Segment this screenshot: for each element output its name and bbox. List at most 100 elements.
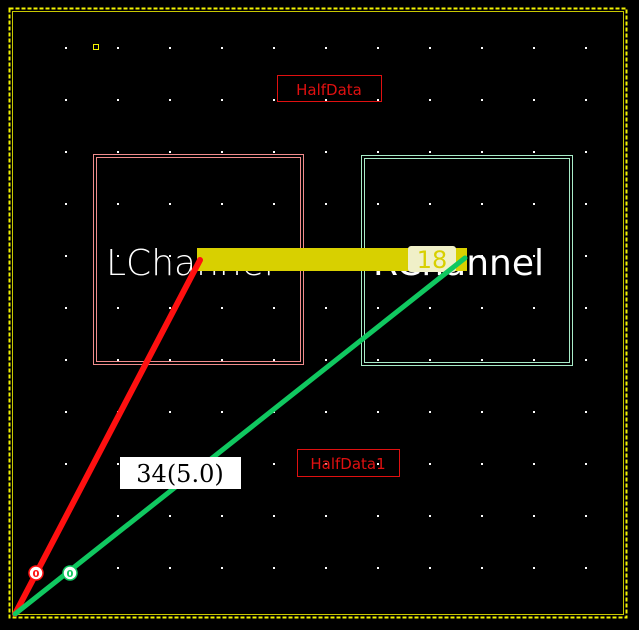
grid-dot bbox=[169, 307, 171, 309]
grid-dot bbox=[377, 203, 379, 205]
grid-dot bbox=[481, 99, 483, 101]
grid-dot bbox=[117, 99, 119, 101]
grid-dot bbox=[429, 203, 431, 205]
grid-dot bbox=[273, 203, 275, 205]
grid-dot bbox=[273, 47, 275, 49]
grid-dot bbox=[585, 99, 587, 101]
grid-dot bbox=[221, 99, 223, 101]
grid-dot bbox=[169, 359, 171, 361]
grid-dot bbox=[429, 359, 431, 361]
grid-dot bbox=[533, 47, 535, 49]
grid-dot bbox=[533, 203, 535, 205]
grid-dot bbox=[273, 567, 275, 569]
grid-dot bbox=[65, 99, 67, 101]
grid-dot bbox=[585, 567, 587, 569]
grid-dot bbox=[377, 307, 379, 309]
grid-dot bbox=[221, 203, 223, 205]
grid-dot bbox=[533, 307, 535, 309]
grid-dot bbox=[169, 203, 171, 205]
grid-dot bbox=[325, 411, 327, 413]
grid-dot bbox=[481, 515, 483, 517]
grid-dot bbox=[325, 151, 327, 153]
grid-dot bbox=[221, 411, 223, 413]
grid-dot bbox=[221, 307, 223, 309]
grid-dot bbox=[65, 47, 67, 49]
net-label-halfdata-text: HalfData bbox=[296, 81, 362, 99]
grid-dot bbox=[65, 463, 67, 465]
grid-dot bbox=[117, 515, 119, 517]
grid-dot bbox=[585, 255, 587, 257]
grid-dot bbox=[221, 515, 223, 517]
grid-dot bbox=[481, 203, 483, 205]
grid-dot bbox=[585, 411, 587, 413]
grid-dot bbox=[273, 99, 275, 101]
grid-dot bbox=[117, 203, 119, 205]
grid-dot bbox=[429, 411, 431, 413]
measure-label: 34(5.0) bbox=[120, 457, 241, 489]
grid-dot bbox=[117, 47, 119, 49]
grid-dot bbox=[533, 99, 535, 101]
grid-dot bbox=[585, 359, 587, 361]
green-endpoint-marker-text: 0 bbox=[67, 569, 74, 580]
grid-dot bbox=[481, 567, 483, 569]
grid-dot bbox=[325, 515, 327, 517]
grid-dot bbox=[533, 411, 535, 413]
grid-dot bbox=[481, 359, 483, 361]
grid-dot bbox=[273, 151, 275, 153]
grid-dot bbox=[169, 47, 171, 49]
grid-dot bbox=[429, 307, 431, 309]
grid-dot bbox=[481, 307, 483, 309]
grid-dot bbox=[533, 515, 535, 517]
grid-dot bbox=[481, 463, 483, 465]
grid-dot bbox=[221, 47, 223, 49]
grid-dot bbox=[377, 411, 379, 413]
grid-dot bbox=[273, 515, 275, 517]
grid-dot bbox=[273, 359, 275, 361]
grid-dot bbox=[65, 411, 67, 413]
grid-dot bbox=[585, 463, 587, 465]
grid-dot bbox=[325, 203, 327, 205]
grid-dot bbox=[429, 151, 431, 153]
grid-dot bbox=[169, 99, 171, 101]
grid-dot bbox=[585, 515, 587, 517]
grid-dot bbox=[481, 47, 483, 49]
red-endpoint-marker-text: 0 bbox=[33, 569, 40, 580]
grid-dot bbox=[169, 411, 171, 413]
net-label-halfdata1-text: HalfData1 bbox=[310, 455, 385, 473]
grid-dot bbox=[429, 515, 431, 517]
grid-dot bbox=[377, 567, 379, 569]
grid-dot bbox=[377, 99, 379, 101]
grid-dot bbox=[325, 307, 327, 309]
measure-label-text: 34(5.0) bbox=[136, 460, 223, 488]
grid-dot bbox=[169, 567, 171, 569]
grid-dot bbox=[221, 567, 223, 569]
grid-dot bbox=[221, 359, 223, 361]
grid-dot bbox=[429, 47, 431, 49]
grid-dot bbox=[117, 307, 119, 309]
grid-dot bbox=[481, 411, 483, 413]
grid-dot bbox=[533, 567, 535, 569]
wire-value-text: 18 bbox=[417, 246, 448, 274]
grid-dot bbox=[481, 151, 483, 153]
grid-dot bbox=[325, 47, 327, 49]
grid-dot bbox=[377, 47, 379, 49]
grid-dot bbox=[273, 307, 275, 309]
grid-dot bbox=[117, 567, 119, 569]
grid-dot bbox=[65, 203, 67, 205]
grid-dot bbox=[533, 151, 535, 153]
grid-dot bbox=[585, 203, 587, 205]
grid-dot bbox=[325, 567, 327, 569]
grid-dot bbox=[65, 307, 67, 309]
grid-dot bbox=[117, 463, 119, 465]
green-endpoint-marker[interactable]: 0 bbox=[62, 565, 78, 581]
grid-dot bbox=[325, 99, 327, 101]
grid-dot bbox=[429, 463, 431, 465]
grid-dot bbox=[585, 47, 587, 49]
grid-dot bbox=[65, 255, 67, 257]
schematic-canvas[interactable]: HalfData LChannel RChannel 18 34(5.0) Ha… bbox=[0, 0, 639, 630]
grid-dot bbox=[377, 515, 379, 517]
grid-dot bbox=[429, 99, 431, 101]
grid-dot bbox=[169, 515, 171, 517]
red-endpoint-marker[interactable]: 0 bbox=[28, 565, 44, 581]
grid-dot bbox=[585, 151, 587, 153]
